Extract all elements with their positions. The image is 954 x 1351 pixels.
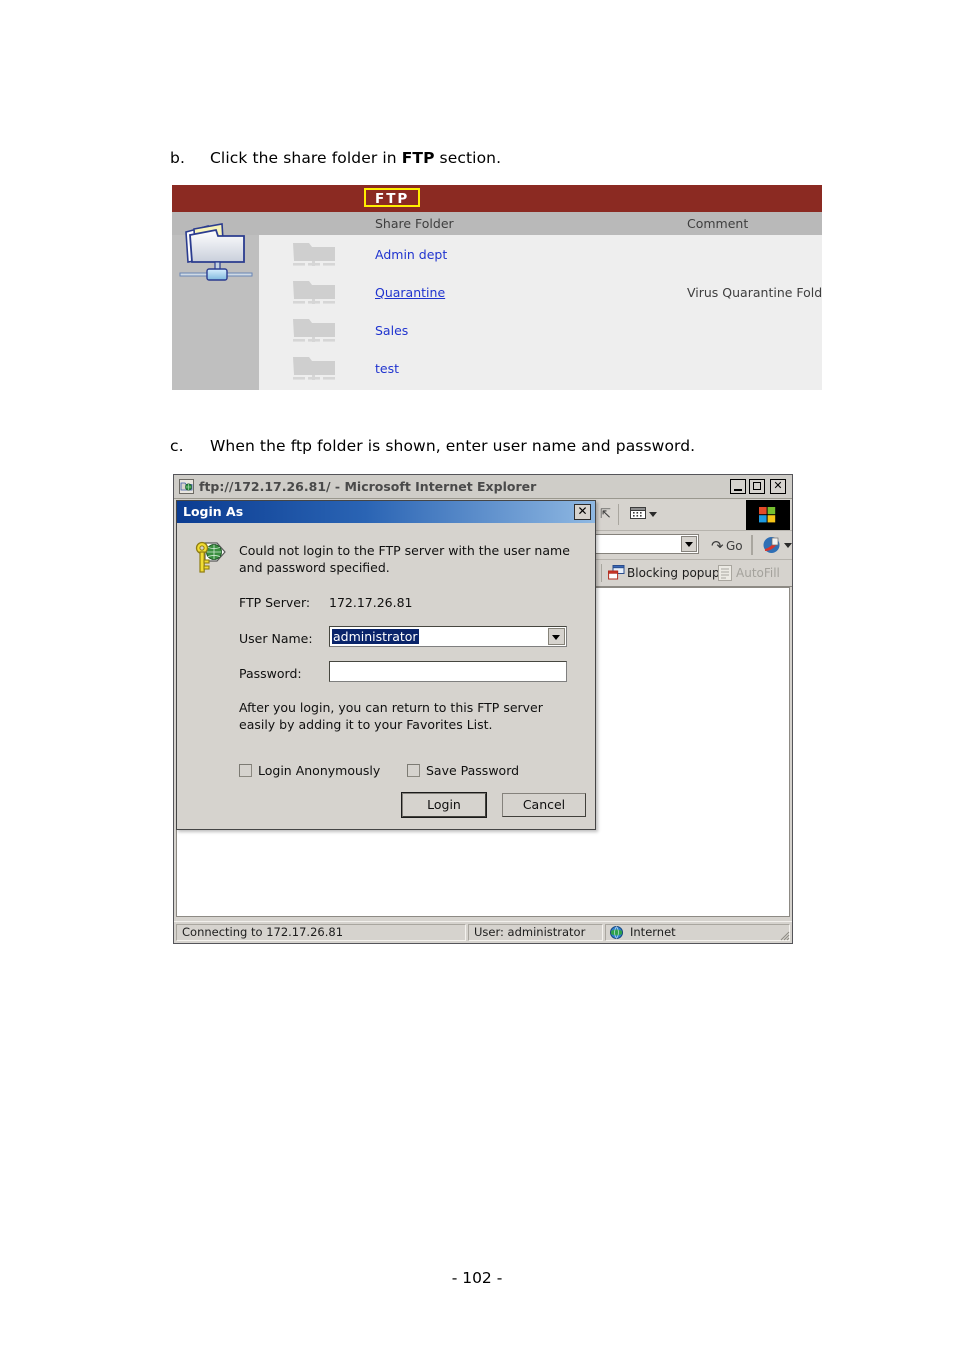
close-button[interactable]: ✕: [770, 479, 786, 494]
login-as-dialog: Login As ✕ Could not login to the FTP se…: [176, 500, 596, 830]
browser-toolbar-row-1: ⇱: [596, 499, 792, 531]
browser-brand-panel: [746, 500, 790, 530]
chevron-down-icon[interactable]: [784, 543, 792, 548]
ftp-share-folder-row[interactable]: Admin dept: [259, 236, 822, 274]
folder-icon: [293, 357, 335, 380]
dialog-hint-text: After you login, you can return to this …: [239, 700, 543, 732]
autofill-icon: [718, 565, 732, 581]
dialog-title: Login As: [183, 504, 244, 519]
windows-flag-logo: [759, 507, 776, 523]
refresh-arrow-icon[interactable]: ⇱: [600, 507, 611, 522]
blocking-popups-label[interactable]: Blocking popups: [627, 566, 726, 580]
ftp-share-folder-row[interactable]: Sales: [259, 312, 822, 350]
dialog-message: Could not login to the FTP server with t…: [239, 543, 570, 575]
address-bar-input[interactable]: [594, 534, 699, 554]
ftp-row-list: Admin dept Quarantine Virus Quarantine Fol…: [259, 235, 822, 390]
minimize-button[interactable]: [730, 479, 746, 494]
status-zone[interactable]: Internet: [605, 924, 790, 941]
acrobat-toolbar-icon[interactable]: [762, 536, 781, 554]
step-b-text-bold: FTP: [401, 149, 435, 167]
ftp-share-folder-comment: Virus Quarantine Folder: [687, 285, 822, 300]
login-button[interactable]: Login: [401, 792, 487, 818]
browser-title-text: ftp://172.17.26.81/ - Microsoft Internet…: [199, 479, 537, 494]
user-name-value: administrator: [332, 629, 419, 644]
ftp-column-header-row: Share Folder Comment: [172, 212, 822, 235]
ftp-server-label: FTP Server:: [239, 595, 311, 610]
browser-window: ftp://172.17.26.81/ - Microsoft Internet…: [173, 474, 793, 944]
user-name-dropdown-button[interactable]: [548, 628, 565, 645]
status-message: Connecting to 172.17.26.81: [176, 924, 466, 941]
ftp-share-folder-link[interactable]: test: [375, 361, 399, 376]
browser-toolbar-row-3: Blocking popups AutoFill: [596, 560, 792, 587]
column-header-share-folder: Share Folder: [375, 216, 454, 231]
network-share-folder-icon: [179, 223, 253, 281]
views-grid-icon[interactable]: [630, 506, 647, 521]
status-user: User: administrator: [468, 924, 603, 941]
dialog-titlebar: Login As ✕: [177, 501, 595, 523]
page-number: - 102 -: [451, 1269, 503, 1287]
cancel-button[interactable]: Cancel: [502, 793, 586, 817]
key-and-globe-icon: [195, 541, 226, 573]
step-b-text: Click the share folder in FTP section.: [210, 149, 501, 167]
password-input[interactable]: [329, 661, 567, 682]
ftp-folder-icon: [179, 479, 194, 494]
ftp-panel-sidebar: [172, 223, 259, 390]
ftp-share-folder-link[interactable]: Admin dept: [375, 247, 447, 262]
password-label: Password:: [239, 666, 302, 681]
user-name-input[interactable]: administrator: [329, 626, 567, 647]
browser-statusbar: Connecting to 172.17.26.81 User: adminis…: [174, 921, 792, 943]
step-b-text-before: Click the share folder in: [210, 149, 402, 167]
checkbox-box[interactable]: [407, 764, 420, 777]
ftp-share-folder-row[interactable]: Quarantine Virus Quarantine Folder: [259, 274, 822, 312]
checkbox-box[interactable]: [239, 764, 252, 777]
login-anonymously-checkbox[interactable]: Login Anonymously: [239, 763, 389, 779]
ftp-share-folder-link[interactable]: Quarantine: [375, 285, 445, 300]
checkbox-label: Login Anonymously: [258, 763, 381, 778]
user-name-label: User Name:: [239, 631, 313, 646]
folder-icon: [293, 243, 335, 266]
toolbar-separator: [601, 564, 602, 582]
popup-blocker-icon[interactable]: [608, 565, 625, 580]
ftp-share-folder-panel: FTP Share Folder Comment Admin dept Quar…: [172, 185, 822, 390]
status-zone-label: Internet: [630, 925, 676, 939]
go-button-label[interactable]: Go: [726, 539, 743, 553]
ftp-share-folder-link[interactable]: Sales: [375, 323, 408, 338]
toolbar-separator: [618, 504, 619, 525]
folder-icon: [293, 319, 335, 342]
step-b-letter: b.: [170, 149, 185, 167]
ftp-server-value: 172.17.26.81: [329, 595, 413, 610]
step-c-letter: c.: [170, 437, 184, 455]
address-dropdown-button[interactable]: [681, 536, 697, 552]
go-arrow-icon[interactable]: ↷: [711, 537, 724, 555]
autofill-label: AutoFill: [736, 566, 780, 580]
browser-toolbar-row-2: ↷ Go: [594, 531, 792, 560]
column-header-comment: Comment: [687, 216, 749, 231]
ftp-section-badge: FTP: [364, 188, 421, 207]
step-b-text-after: section.: [434, 149, 502, 167]
close-icon[interactable]: ✕: [574, 504, 591, 520]
chevron-down-icon[interactable]: [649, 512, 657, 517]
toolbar-separator: [751, 535, 753, 555]
browser-titlebar: ftp://172.17.26.81/ - Microsoft Internet…: [174, 475, 792, 499]
step-c-text: When the ftp folder is shown, enter user…: [210, 437, 696, 455]
checkbox-label: Save Password: [426, 763, 520, 778]
save-password-checkbox[interactable]: Save Password: [407, 763, 547, 779]
internet-globe-icon: [610, 926, 623, 939]
maximize-button[interactable]: [749, 479, 765, 494]
ftp-share-folder-row[interactable]: test: [259, 350, 822, 388]
resize-grip-icon[interactable]: [778, 929, 790, 941]
ftp-panel-titlebar: [172, 185, 822, 212]
folder-icon: [293, 281, 335, 304]
